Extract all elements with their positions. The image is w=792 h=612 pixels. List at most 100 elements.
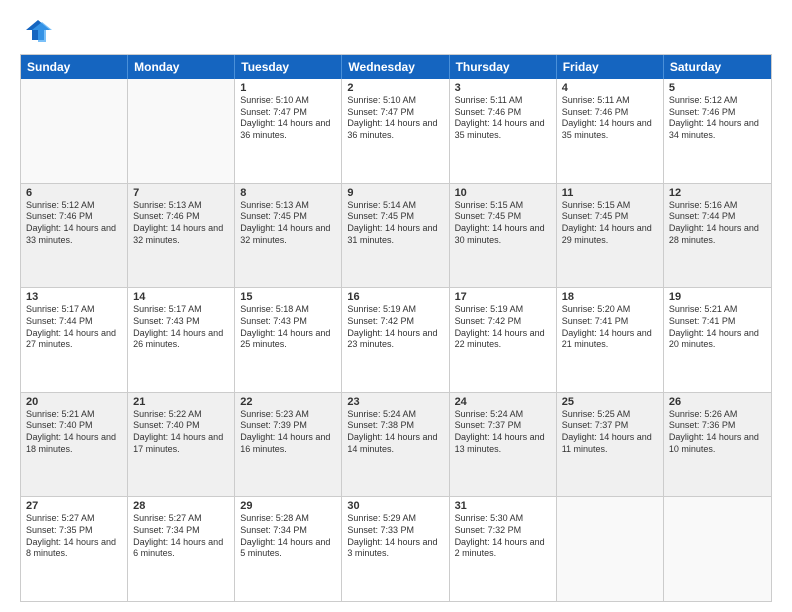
cell-info: Sunrise: 5:21 AMSunset: 7:41 PMDaylight:… xyxy=(669,304,766,351)
cell-info: Sunrise: 5:10 AMSunset: 7:47 PMDaylight:… xyxy=(347,95,443,142)
cell-info: Sunrise: 5:10 AMSunset: 7:47 PMDaylight:… xyxy=(240,95,336,142)
calendar-cell: 31Sunrise: 5:30 AMSunset: 7:32 PMDayligh… xyxy=(450,497,557,601)
logo xyxy=(20,16,52,44)
calendar-cell: 26Sunrise: 5:26 AMSunset: 7:36 PMDayligh… xyxy=(664,393,771,497)
cell-info: Sunrise: 5:15 AMSunset: 7:45 PMDaylight:… xyxy=(562,200,658,247)
day-number: 31 xyxy=(455,500,551,512)
header-day-tuesday: Tuesday xyxy=(235,55,342,79)
day-number: 11 xyxy=(562,187,658,199)
header-day-wednesday: Wednesday xyxy=(342,55,449,79)
cell-info: Sunrise: 5:27 AMSunset: 7:34 PMDaylight:… xyxy=(133,513,229,560)
cell-info: Sunrise: 5:23 AMSunset: 7:39 PMDaylight:… xyxy=(240,409,336,456)
calendar-cell: 2Sunrise: 5:10 AMSunset: 7:47 PMDaylight… xyxy=(342,79,449,183)
calendar-cell: 11Sunrise: 5:15 AMSunset: 7:45 PMDayligh… xyxy=(557,184,664,288)
day-number: 26 xyxy=(669,396,766,408)
calendar-cell: 10Sunrise: 5:15 AMSunset: 7:45 PMDayligh… xyxy=(450,184,557,288)
day-number: 17 xyxy=(455,291,551,303)
day-number: 2 xyxy=(347,82,443,94)
day-number: 12 xyxy=(669,187,766,199)
day-number: 13 xyxy=(26,291,122,303)
calendar-cell: 20Sunrise: 5:21 AMSunset: 7:40 PMDayligh… xyxy=(21,393,128,497)
cell-info: Sunrise: 5:14 AMSunset: 7:45 PMDaylight:… xyxy=(347,200,443,247)
calendar-cell xyxy=(21,79,128,183)
calendar-cell: 8Sunrise: 5:13 AMSunset: 7:45 PMDaylight… xyxy=(235,184,342,288)
calendar-cell: 19Sunrise: 5:21 AMSunset: 7:41 PMDayligh… xyxy=(664,288,771,392)
calendar-week-5: 27Sunrise: 5:27 AMSunset: 7:35 PMDayligh… xyxy=(21,496,771,601)
calendar-cell: 30Sunrise: 5:29 AMSunset: 7:33 PMDayligh… xyxy=(342,497,449,601)
calendar-cell: 4Sunrise: 5:11 AMSunset: 7:46 PMDaylight… xyxy=(557,79,664,183)
calendar-cell xyxy=(557,497,664,601)
cell-info: Sunrise: 5:17 AMSunset: 7:44 PMDaylight:… xyxy=(26,304,122,351)
calendar-cell: 28Sunrise: 5:27 AMSunset: 7:34 PMDayligh… xyxy=(128,497,235,601)
header-day-sunday: Sunday xyxy=(21,55,128,79)
calendar-cell xyxy=(128,79,235,183)
cell-info: Sunrise: 5:17 AMSunset: 7:43 PMDaylight:… xyxy=(133,304,229,351)
day-number: 9 xyxy=(347,187,443,199)
cell-info: Sunrise: 5:18 AMSunset: 7:43 PMDaylight:… xyxy=(240,304,336,351)
cell-info: Sunrise: 5:13 AMSunset: 7:45 PMDaylight:… xyxy=(240,200,336,247)
day-number: 21 xyxy=(133,396,229,408)
header-day-monday: Monday xyxy=(128,55,235,79)
day-number: 1 xyxy=(240,82,336,94)
cell-info: Sunrise: 5:30 AMSunset: 7:32 PMDaylight:… xyxy=(455,513,551,560)
day-number: 30 xyxy=(347,500,443,512)
calendar-cell: 21Sunrise: 5:22 AMSunset: 7:40 PMDayligh… xyxy=(128,393,235,497)
cell-info: Sunrise: 5:24 AMSunset: 7:38 PMDaylight:… xyxy=(347,409,443,456)
cell-info: Sunrise: 5:27 AMSunset: 7:35 PMDaylight:… xyxy=(26,513,122,560)
calendar-cell: 9Sunrise: 5:14 AMSunset: 7:45 PMDaylight… xyxy=(342,184,449,288)
header xyxy=(20,16,772,44)
cell-info: Sunrise: 5:13 AMSunset: 7:46 PMDaylight:… xyxy=(133,200,229,247)
day-number: 16 xyxy=(347,291,443,303)
calendar-cell: 6Sunrise: 5:12 AMSunset: 7:46 PMDaylight… xyxy=(21,184,128,288)
cell-info: Sunrise: 5:19 AMSunset: 7:42 PMDaylight:… xyxy=(347,304,443,351)
day-number: 24 xyxy=(455,396,551,408)
calendar-cell: 12Sunrise: 5:16 AMSunset: 7:44 PMDayligh… xyxy=(664,184,771,288)
cell-info: Sunrise: 5:25 AMSunset: 7:37 PMDaylight:… xyxy=(562,409,658,456)
day-number: 25 xyxy=(562,396,658,408)
day-number: 5 xyxy=(669,82,766,94)
cell-info: Sunrise: 5:12 AMSunset: 7:46 PMDaylight:… xyxy=(26,200,122,247)
cell-info: Sunrise: 5:11 AMSunset: 7:46 PMDaylight:… xyxy=(562,95,658,142)
calendar-cell: 13Sunrise: 5:17 AMSunset: 7:44 PMDayligh… xyxy=(21,288,128,392)
calendar-cell: 7Sunrise: 5:13 AMSunset: 7:46 PMDaylight… xyxy=(128,184,235,288)
day-number: 19 xyxy=(669,291,766,303)
calendar-cell: 3Sunrise: 5:11 AMSunset: 7:46 PMDaylight… xyxy=(450,79,557,183)
day-number: 14 xyxy=(133,291,229,303)
day-number: 10 xyxy=(455,187,551,199)
cell-info: Sunrise: 5:24 AMSunset: 7:37 PMDaylight:… xyxy=(455,409,551,456)
calendar-cell: 14Sunrise: 5:17 AMSunset: 7:43 PMDayligh… xyxy=(128,288,235,392)
day-number: 15 xyxy=(240,291,336,303)
day-number: 20 xyxy=(26,396,122,408)
day-number: 4 xyxy=(562,82,658,94)
calendar-cell: 17Sunrise: 5:19 AMSunset: 7:42 PMDayligh… xyxy=(450,288,557,392)
cell-info: Sunrise: 5:22 AMSunset: 7:40 PMDaylight:… xyxy=(133,409,229,456)
cell-info: Sunrise: 5:12 AMSunset: 7:46 PMDaylight:… xyxy=(669,95,766,142)
day-number: 23 xyxy=(347,396,443,408)
calendar-week-3: 13Sunrise: 5:17 AMSunset: 7:44 PMDayligh… xyxy=(21,287,771,392)
day-number: 29 xyxy=(240,500,336,512)
day-number: 18 xyxy=(562,291,658,303)
calendar-cell: 15Sunrise: 5:18 AMSunset: 7:43 PMDayligh… xyxy=(235,288,342,392)
calendar-cell: 22Sunrise: 5:23 AMSunset: 7:39 PMDayligh… xyxy=(235,393,342,497)
calendar-cell: 29Sunrise: 5:28 AMSunset: 7:34 PMDayligh… xyxy=(235,497,342,601)
logo-icon xyxy=(24,16,52,44)
day-number: 3 xyxy=(455,82,551,94)
calendar-cell: 16Sunrise: 5:19 AMSunset: 7:42 PMDayligh… xyxy=(342,288,449,392)
cell-info: Sunrise: 5:21 AMSunset: 7:40 PMDaylight:… xyxy=(26,409,122,456)
cell-info: Sunrise: 5:15 AMSunset: 7:45 PMDaylight:… xyxy=(455,200,551,247)
calendar-week-1: 1Sunrise: 5:10 AMSunset: 7:47 PMDaylight… xyxy=(21,79,771,183)
header-day-saturday: Saturday xyxy=(664,55,771,79)
calendar-body: 1Sunrise: 5:10 AMSunset: 7:47 PMDaylight… xyxy=(21,79,771,601)
day-number: 28 xyxy=(133,500,229,512)
day-number: 22 xyxy=(240,396,336,408)
calendar-cell: 5Sunrise: 5:12 AMSunset: 7:46 PMDaylight… xyxy=(664,79,771,183)
cell-info: Sunrise: 5:19 AMSunset: 7:42 PMDaylight:… xyxy=(455,304,551,351)
calendar-cell: 24Sunrise: 5:24 AMSunset: 7:37 PMDayligh… xyxy=(450,393,557,497)
calendar-cell: 25Sunrise: 5:25 AMSunset: 7:37 PMDayligh… xyxy=(557,393,664,497)
day-number: 27 xyxy=(26,500,122,512)
header-day-thursday: Thursday xyxy=(450,55,557,79)
calendar-cell xyxy=(664,497,771,601)
day-number: 7 xyxy=(133,187,229,199)
calendar-header: SundayMondayTuesdayWednesdayThursdayFrid… xyxy=(21,55,771,79)
calendar: SundayMondayTuesdayWednesdayThursdayFrid… xyxy=(20,54,772,602)
